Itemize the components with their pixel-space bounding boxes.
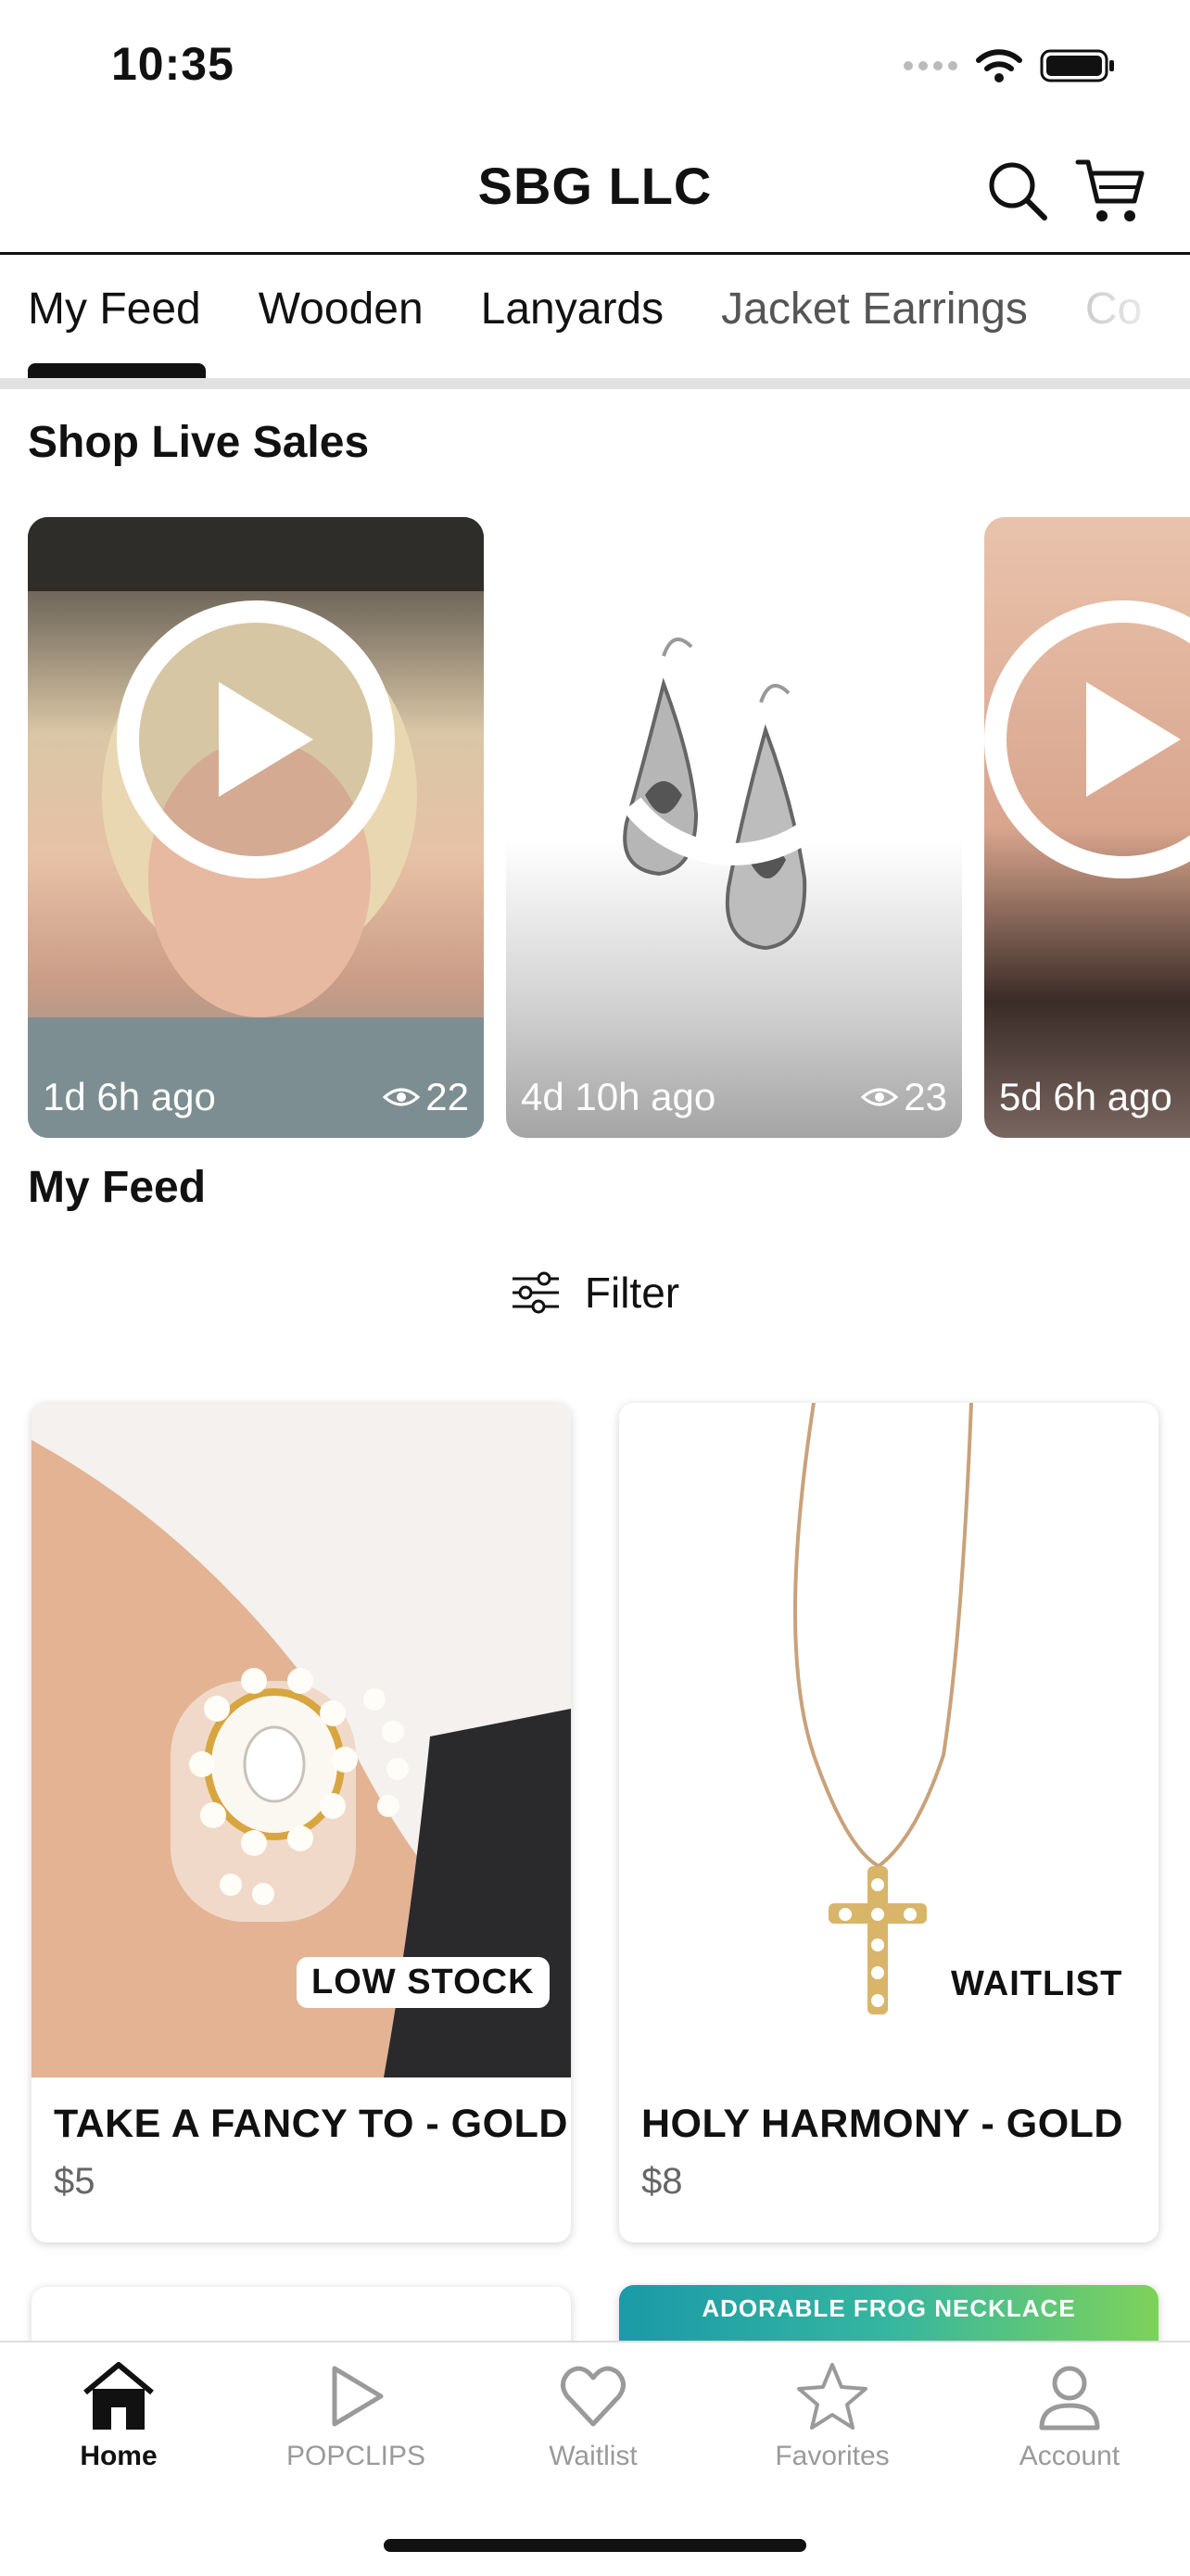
product-price: $5 [54, 2161, 95, 2202]
filter-button[interactable]: Filter [0, 1268, 1190, 1318]
product-name: TAKE A FANCY TO - GOLD [54, 2102, 568, 2146]
battery-icon [1040, 49, 1114, 82]
product-banner: ADORABLE FROG NECKLACE [702, 2294, 1076, 2322]
nav-account-label: Account [1019, 2441, 1120, 2471]
eye-icon [383, 1088, 421, 1106]
play-outline-icon [332, 2366, 384, 2427]
play-icon [623, 797, 825, 865]
feed-title: My Feed [28, 1163, 207, 1212]
filter-label: Filter [584, 1269, 680, 1317]
nav-favorites-label: Favorites [775, 2441, 890, 2471]
low-stock-badge: LOW STOCK [297, 1957, 550, 2008]
status-icons [903, 44, 1116, 87]
nav-home[interactable]: Home [17, 2361, 221, 2472]
product-name: HOLY HARMONY - GOLD [641, 2102, 1123, 2146]
heart-icon [561, 2366, 626, 2427]
nav-account[interactable]: Account [968, 2361, 1171, 2472]
cart-icon [1075, 159, 1145, 221]
waitlist-badge: WAITLIST [951, 1964, 1123, 2003]
cellular-signal-icon [904, 61, 957, 70]
nav-waitlist[interactable]: Waitlist [491, 2361, 695, 2472]
search-button[interactable] [981, 154, 1055, 228]
live-sales-title: Shop Live Sales [28, 418, 370, 467]
user-icon [1039, 2366, 1100, 2431]
play-icon [117, 600, 395, 878]
tab-track [0, 378, 1190, 389]
live-video-card[interactable]: 4d 10h ago 23 [506, 517, 962, 1138]
tab-my-feed[interactable]: My Feed [28, 284, 201, 335]
live-card-views: 23 [904, 1075, 947, 1118]
nav-popclips[interactable]: POPCLIPS [254, 2361, 458, 2472]
active-tab-indicator [28, 363, 206, 378]
eye-icon [861, 1088, 899, 1106]
nav-popclips-label: POPCLIPS [285, 2441, 426, 2471]
nav-favorites[interactable]: Favorites [730, 2361, 934, 2472]
filter-sliders-icon [512, 1271, 559, 1314]
wifi-icon [976, 49, 1022, 82]
product-price: $8 [641, 2161, 683, 2202]
home-icon [83, 2362, 154, 2430]
live-video-card[interactable]: 1d 6h ago 22 [28, 517, 484, 1138]
status-time: 10:35 [111, 38, 234, 90]
live-card-time: 5d 6h ago [999, 1075, 1172, 1118]
product-card[interactable]: LOW STOCK TAKE A FANCY TO - GOLD $5 [32, 1403, 571, 2242]
product-card[interactable]: WAITLIST HOLY HARMONY - GOLD $8 [619, 1403, 1158, 2242]
header-divider [0, 252, 1190, 255]
play-icon [984, 600, 1190, 878]
live-card-views: 22 [425, 1075, 469, 1118]
nav-home-label: Home [80, 2441, 158, 2471]
live-card-time: 1d 6h ago [43, 1075, 216, 1118]
tab-lanyards[interactable]: Lanyards [481, 284, 664, 335]
star-icon [797, 2363, 867, 2430]
tab-jacket-earrings[interactable]: Jacket Earrings [721, 284, 1028, 335]
tabs-fade [1075, 274, 1190, 358]
tab-wooden[interactable]: Wooden [259, 284, 424, 335]
nav-waitlist-label: Waitlist [549, 2441, 638, 2471]
search-icon [989, 162, 1047, 221]
cart-button[interactable] [1073, 154, 1147, 228]
category-tabs: My Feed Wooden Lanyards Jacket Earrings … [28, 284, 1142, 335]
live-video-card[interactable]: 5d 6h ago [984, 517, 1190, 1138]
home-indicator [384, 2539, 806, 2552]
live-card-time: 4d 10h ago [521, 1075, 716, 1118]
